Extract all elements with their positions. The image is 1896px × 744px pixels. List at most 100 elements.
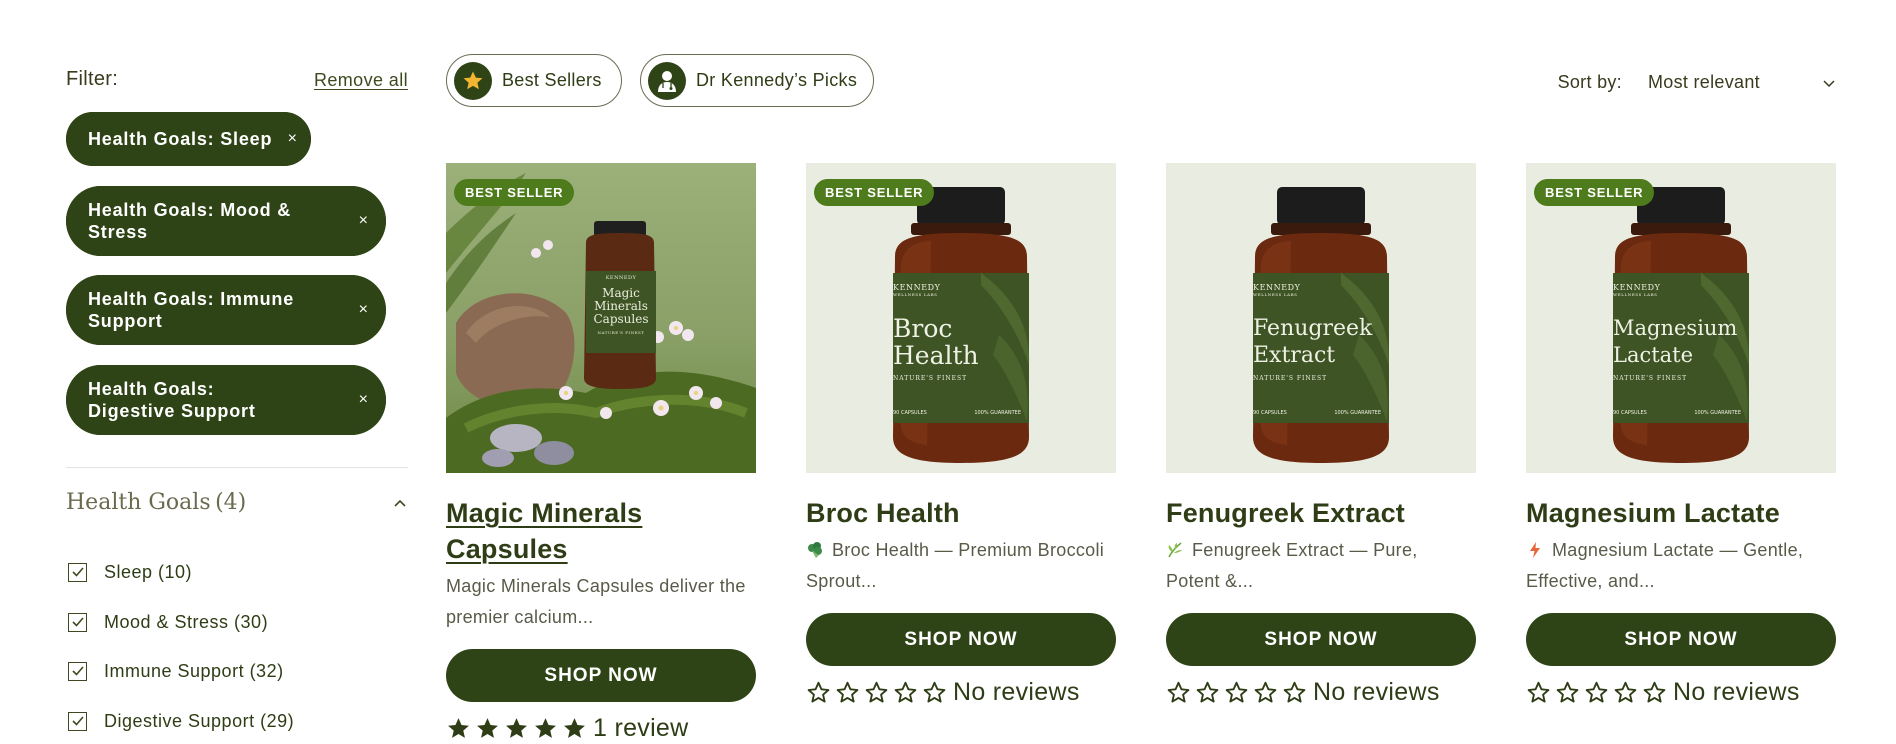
product-card-magic-minerals: BEST SELLER KENNEDY Magic Minerals Capsu…: [446, 163, 756, 742]
label-name-line3: Capsules: [593, 312, 649, 326]
shop-now-button[interactable]: SHOP NOW: [1526, 613, 1836, 666]
best-seller-badge: BEST SELLER: [814, 179, 935, 206]
star-outline-icon: [1585, 681, 1608, 702]
star-outline-icon: [1283, 681, 1306, 702]
star-filled-icon: [448, 717, 469, 738]
chevron-down-icon: [1823, 79, 1835, 87]
product-title-link[interactable]: Fenugreek Extract: [1166, 495, 1476, 531]
facet-option-mood-stress[interactable]: Mood & Stress (30): [68, 610, 268, 634]
star-outline-icon: [807, 681, 830, 702]
active-filter-chip-sleep[interactable]: Health Goals: Sleep ×: [66, 112, 311, 166]
label-brand: KENNEDY: [1613, 283, 1661, 292]
label-footer: 90 CAPSULES 100% GUARANTEE: [1613, 410, 1741, 416]
star-outline-icon: [1196, 681, 1219, 702]
best-sellers-filter-button[interactable]: Best Sellers: [446, 54, 622, 107]
label-brand: KENNEDY: [893, 283, 941, 292]
label-tag: NATURE'S FINEST: [1253, 375, 1328, 382]
facet-option-digestive-support[interactable]: Digestive Support (29): [68, 709, 294, 733]
remove-filter-icon[interactable]: ×: [359, 391, 368, 409]
dr-kennedys-picks-filter-button[interactable]: Dr Kennedy’s Picks: [640, 54, 874, 107]
facet-option-label: Mood & Stress (30): [104, 611, 269, 632]
star-filled-icon: [506, 717, 527, 738]
product-image[interactable]: BEST SELLER KENNEDY WELLNESS LABS Broc H…: [806, 163, 1116, 473]
facet-option-immune-support[interactable]: Immune Support (32): [68, 659, 284, 683]
shop-now-button[interactable]: SHOP NOW: [806, 613, 1116, 666]
best-seller-badge: BEST SELLER: [454, 179, 575, 206]
bottle-label: KENNEDY WELLNESS LABS Broc Health NATURE…: [893, 283, 1021, 416]
bottle-label: KENNEDY WELLNESS LABS Magnesium Lactate …: [1613, 283, 1741, 416]
checkmark-icon: [71, 666, 84, 676]
product-card-broc-health: BEST SELLER KENNEDY WELLNESS LABS Broc H…: [806, 163, 1116, 706]
label-name-line2: Health: [893, 341, 979, 370]
label-tag: NATURE'S FINEST: [893, 375, 968, 382]
star-rating: [1526, 680, 1667, 705]
checkbox[interactable]: [68, 612, 87, 632]
facet-health-goals-toggle[interactable]: Health Goals (4): [66, 490, 408, 520]
checkbox[interactable]: [68, 711, 87, 731]
facet-option-sleep[interactable]: Sleep (10): [68, 560, 192, 584]
label-name-line1: Fenugreek: [1253, 316, 1373, 341]
checkbox[interactable]: [68, 661, 87, 681]
checkbox[interactable]: [68, 562, 87, 582]
product-rating[interactable]: No reviews: [1526, 678, 1836, 706]
sort-label: Sort by:: [1557, 71, 1622, 92]
star-outline-icon: [1556, 681, 1579, 702]
label-brand: KENNEDY: [1253, 283, 1301, 292]
product-title-link[interactable]: Broc Health: [806, 495, 1116, 531]
checkmark-icon: [71, 716, 84, 726]
lightning-icon: [1530, 542, 1540, 558]
sort-control: Sort by: Most relevant: [1558, 70, 1836, 94]
shop-now-button[interactable]: SHOP NOW: [1166, 613, 1476, 666]
active-filter-chip-mood-stress[interactable]: Health Goals: Mood & Stress ×: [66, 186, 386, 256]
product-title-link[interactable]: Magic Minerals Capsules: [446, 495, 756, 567]
star-outline-icon: [1254, 681, 1277, 702]
shop-now-button[interactable]: SHOP NOW: [446, 649, 756, 702]
star-filled-icon: [564, 717, 585, 738]
label-guarantee: 100% GUARANTEE: [974, 410, 1021, 416]
facet-count: (4): [215, 490, 247, 515]
product-image[interactable]: KENNEDY WELLNESS LABS Fenugreek Extract …: [1166, 163, 1476, 473]
product-image[interactable]: BEST SELLER KENNEDY WELLNESS LABS Magnes…: [1526, 163, 1836, 473]
star-outline-icon: [1527, 681, 1550, 702]
checkmark-icon: [71, 567, 84, 577]
label-name-line1: Magnesium: [1613, 316, 1738, 340]
star-icon: [454, 61, 492, 100]
product-card-magnesium-lactate: BEST SELLER KENNEDY WELLNESS LABS Magnes…: [1526, 163, 1836, 706]
label-sub: WELLNESS LABS: [1253, 292, 1298, 297]
label-guarantee: 100% GUARANTEE: [1334, 410, 1381, 416]
chevron-up-icon: [394, 499, 406, 507]
active-filter-label: Health Goals: Mood & Stress: [88, 200, 292, 242]
product-description-text: Magnesium Lactate — Gentle, Effective, a…: [1526, 540, 1804, 591]
star-rating: [1166, 680, 1307, 705]
filter-label: Filter:: [66, 68, 119, 90]
bottle-label: KENNEDY Magic Minerals Capsules NATURE'S…: [588, 275, 654, 335]
remove-filter-icon[interactable]: ×: [359, 301, 368, 319]
active-filter-chip-digestive-support[interactable]: Health Goals: Digestive Support ×: [66, 365, 386, 435]
review-count: No reviews: [1313, 677, 1440, 706]
product-description: Magnesium Lactate — Gentle, Effective, a…: [1526, 535, 1836, 597]
label-sub: WELLNESS LABS: [1613, 292, 1658, 297]
product-rating[interactable]: No reviews: [1166, 678, 1476, 706]
bottle-label: KENNEDY WELLNESS LABS Fenugreek Extract …: [1253, 283, 1381, 416]
product-description: Fenugreek Extract — Pure, Potent &...: [1166, 535, 1476, 597]
filter-header: Filter: Remove all: [66, 68, 408, 92]
product-rating[interactable]: No reviews: [806, 678, 1116, 706]
active-filter-label: Health Goals: Digestive Support: [88, 379, 256, 421]
product-title-link[interactable]: Magnesium Lactate: [1526, 495, 1836, 531]
sort-select[interactable]: Most relevant: [1648, 72, 1836, 93]
star-outline-icon: [1614, 681, 1637, 702]
dr-kennedys-picks-label: Dr Kennedy’s Picks: [696, 70, 858, 90]
active-filter-chip-immune-support[interactable]: Health Goals: Immune Support ×: [66, 275, 386, 345]
product-image[interactable]: BEST SELLER KENNEDY Magic Minerals Capsu…: [446, 163, 756, 473]
star-filled-icon: [477, 717, 498, 738]
remove-all-link[interactable]: Remove all: [314, 70, 408, 91]
label-name-line1: Broc: [893, 314, 953, 343]
checkmark-icon: [71, 617, 84, 627]
remove-filter-icon[interactable]: ×: [288, 130, 297, 148]
best-seller-badge: BEST SELLER: [1534, 179, 1655, 206]
product-description: Magic Minerals Capsules deliver the prem…: [446, 571, 756, 633]
best-sellers-label: Best Sellers: [502, 70, 602, 90]
product-description-text: Broc Health — Premium Broccoli Sprout...: [806, 540, 1105, 591]
product-rating[interactable]: 1 review: [446, 714, 756, 742]
remove-filter-icon[interactable]: ×: [359, 212, 368, 230]
